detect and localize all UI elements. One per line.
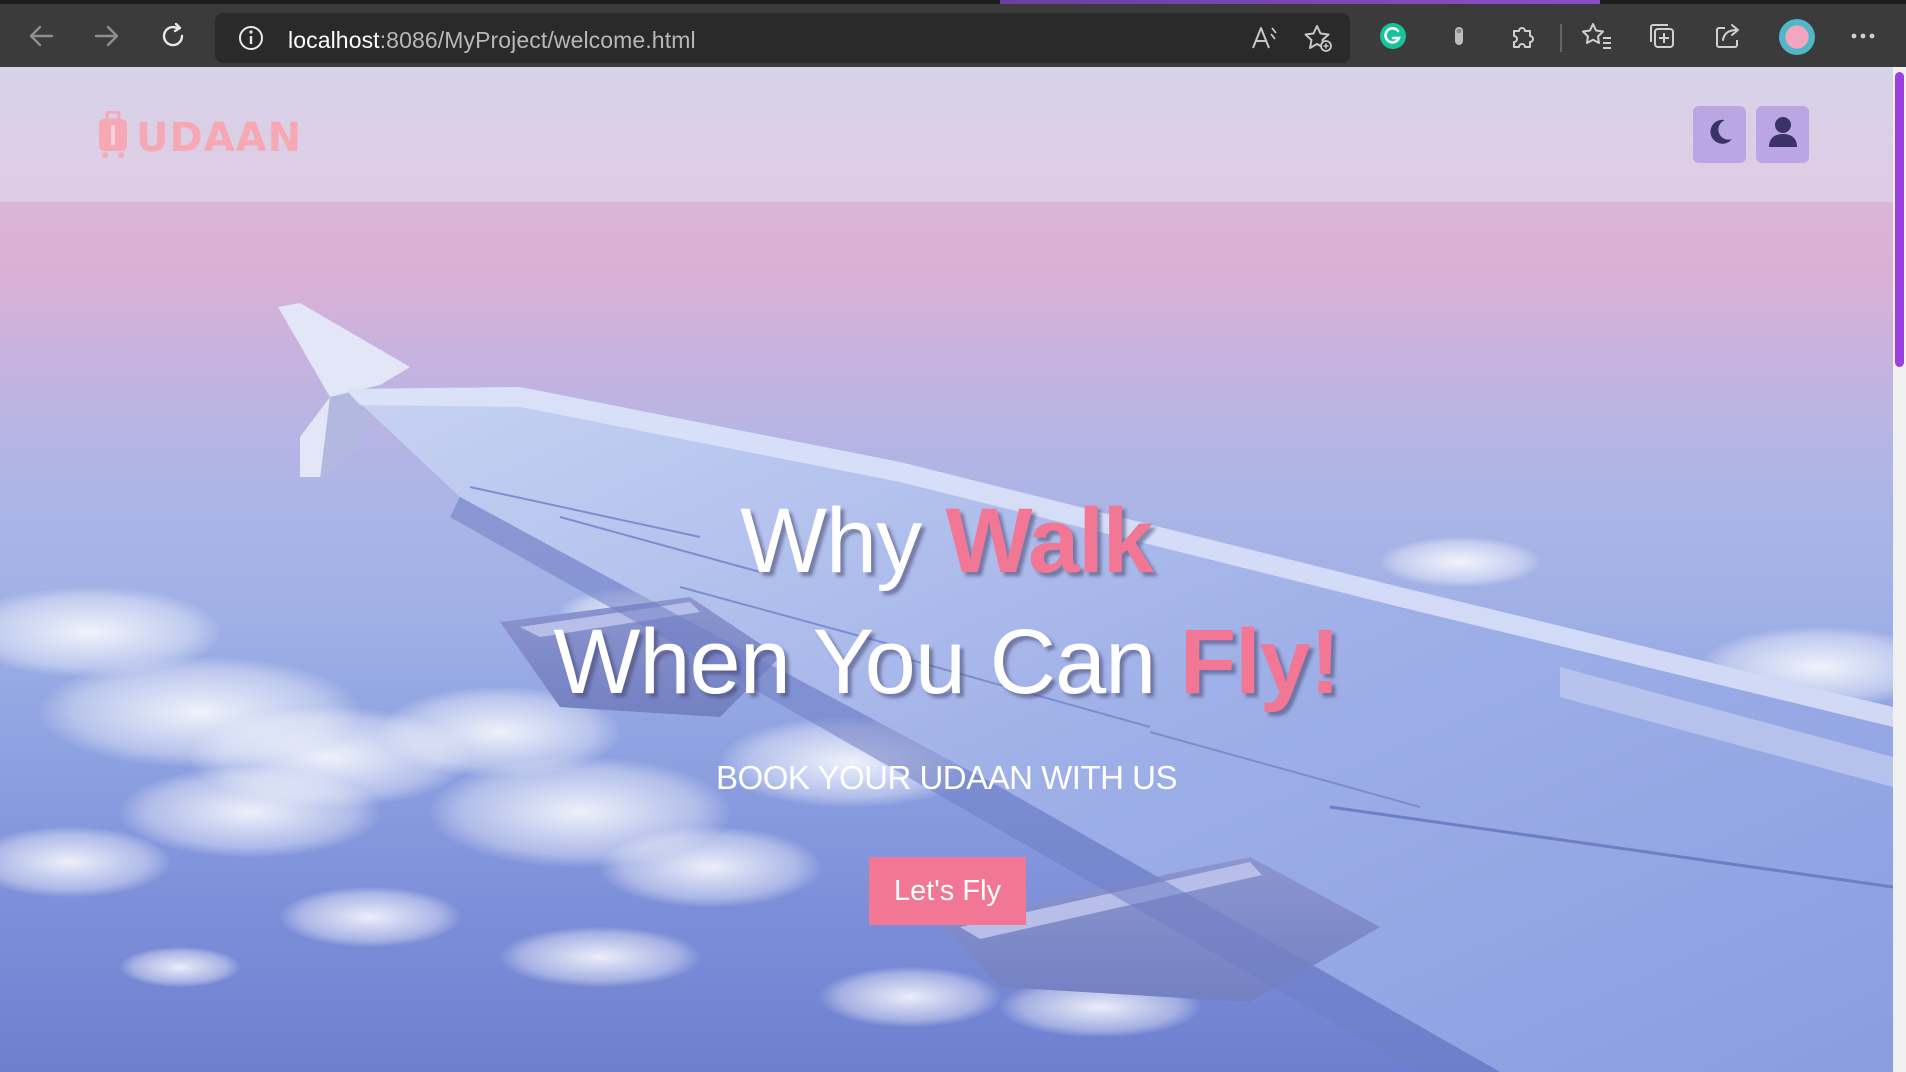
- url-host: localhost: [288, 27, 380, 53]
- collections-icon[interactable]: [1642, 16, 1682, 56]
- grammarly-icon[interactable]: [1373, 16, 1413, 56]
- more-icon[interactable]: [1843, 16, 1883, 56]
- share-icon[interactable]: [1708, 16, 1748, 56]
- reload-icon[interactable]: [153, 16, 193, 56]
- profile-avatar[interactable]: [1779, 19, 1815, 55]
- tab-accent-bar: [1000, 0, 1600, 4]
- hero-headline-line-1: Why Walk: [0, 495, 1893, 587]
- address-bar[interactable]: localhost:8086/MyProject/welcome.html: [215, 13, 1350, 63]
- extension-icon[interactable]: [1439, 16, 1479, 56]
- forward-arrow-icon[interactable]: [87, 16, 127, 56]
- url-text[interactable]: localhost:8086/MyProject/welcome.html: [288, 27, 696, 54]
- favorites-icon[interactable]: [1577, 16, 1617, 56]
- page-viewport: UDAAN Why Walk When You Can Fly! BOOK YO…: [0, 67, 1893, 1072]
- url-path: :8086/MyProject/welcome.html: [379, 27, 696, 53]
- hero-tagline: BOOK YOUR UDAAN WITH US: [716, 759, 1177, 796]
- hero-line1-highlight: Walk: [945, 490, 1154, 592]
- toolbar-divider: [1560, 24, 1562, 52]
- browser-toolbar: localhost:8086/MyProject/welcome.html: [0, 0, 1906, 67]
- hero-line1-text: Why: [740, 490, 946, 592]
- back-arrow-icon[interactable]: [21, 16, 61, 56]
- scrollbar-thumb[interactable]: [1895, 72, 1904, 367]
- hero-section: Why Walk When You Can Fly! BOOK YOUR UDA…: [0, 67, 1893, 1072]
- info-icon[interactable]: [237, 24, 265, 57]
- hero-line2-text: When You Can: [553, 611, 1180, 713]
- lets-fly-button[interactable]: Let's Fly: [869, 857, 1026, 925]
- puzzle-icon[interactable]: [1504, 16, 1544, 56]
- hero-headline-line-2: When You Can Fly!: [0, 616, 1893, 708]
- hero-line2-highlight: Fly!: [1179, 611, 1341, 713]
- read-aloud-icon[interactable]: [1250, 24, 1280, 57]
- add-favorite-icon[interactable]: [1303, 23, 1333, 58]
